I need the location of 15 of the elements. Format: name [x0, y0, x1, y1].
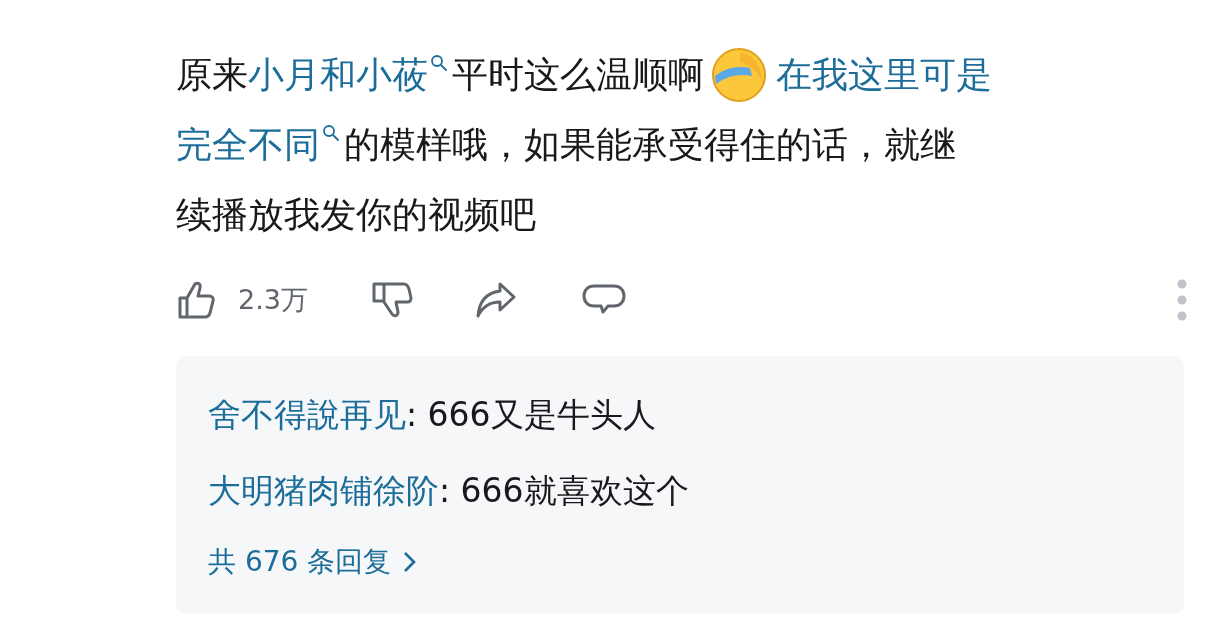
keyword-link[interactable]: 小月和小莜	[248, 50, 428, 100]
search-icon[interactable]	[322, 124, 340, 142]
keyword-link[interactable]: 完全不同	[176, 120, 320, 170]
comment-text: 的模样哦，如果能承受得住的话，就继	[344, 122, 956, 167]
comment-text: 原来	[176, 52, 248, 97]
comment-text: 续播放我发你的视频吧	[176, 192, 536, 237]
comment-text: 平时这么温顺啊	[452, 52, 704, 97]
keyword-link[interactable]: 在我这里可是	[776, 50, 992, 100]
reply-preview[interactable]: 舍不得說再见: 666又是牛头人	[208, 386, 1154, 444]
reply-preview[interactable]: 大明猪肉铺徐阶: 666就喜欢这个	[208, 462, 1154, 520]
view-replies-link[interactable]: 共 676 条回复	[208, 540, 1154, 584]
search-icon[interactable]	[430, 54, 448, 72]
like-button[interactable]: 2.3万	[176, 278, 308, 322]
emoji-icon	[710, 46, 768, 104]
chevron-right-icon	[401, 550, 418, 574]
